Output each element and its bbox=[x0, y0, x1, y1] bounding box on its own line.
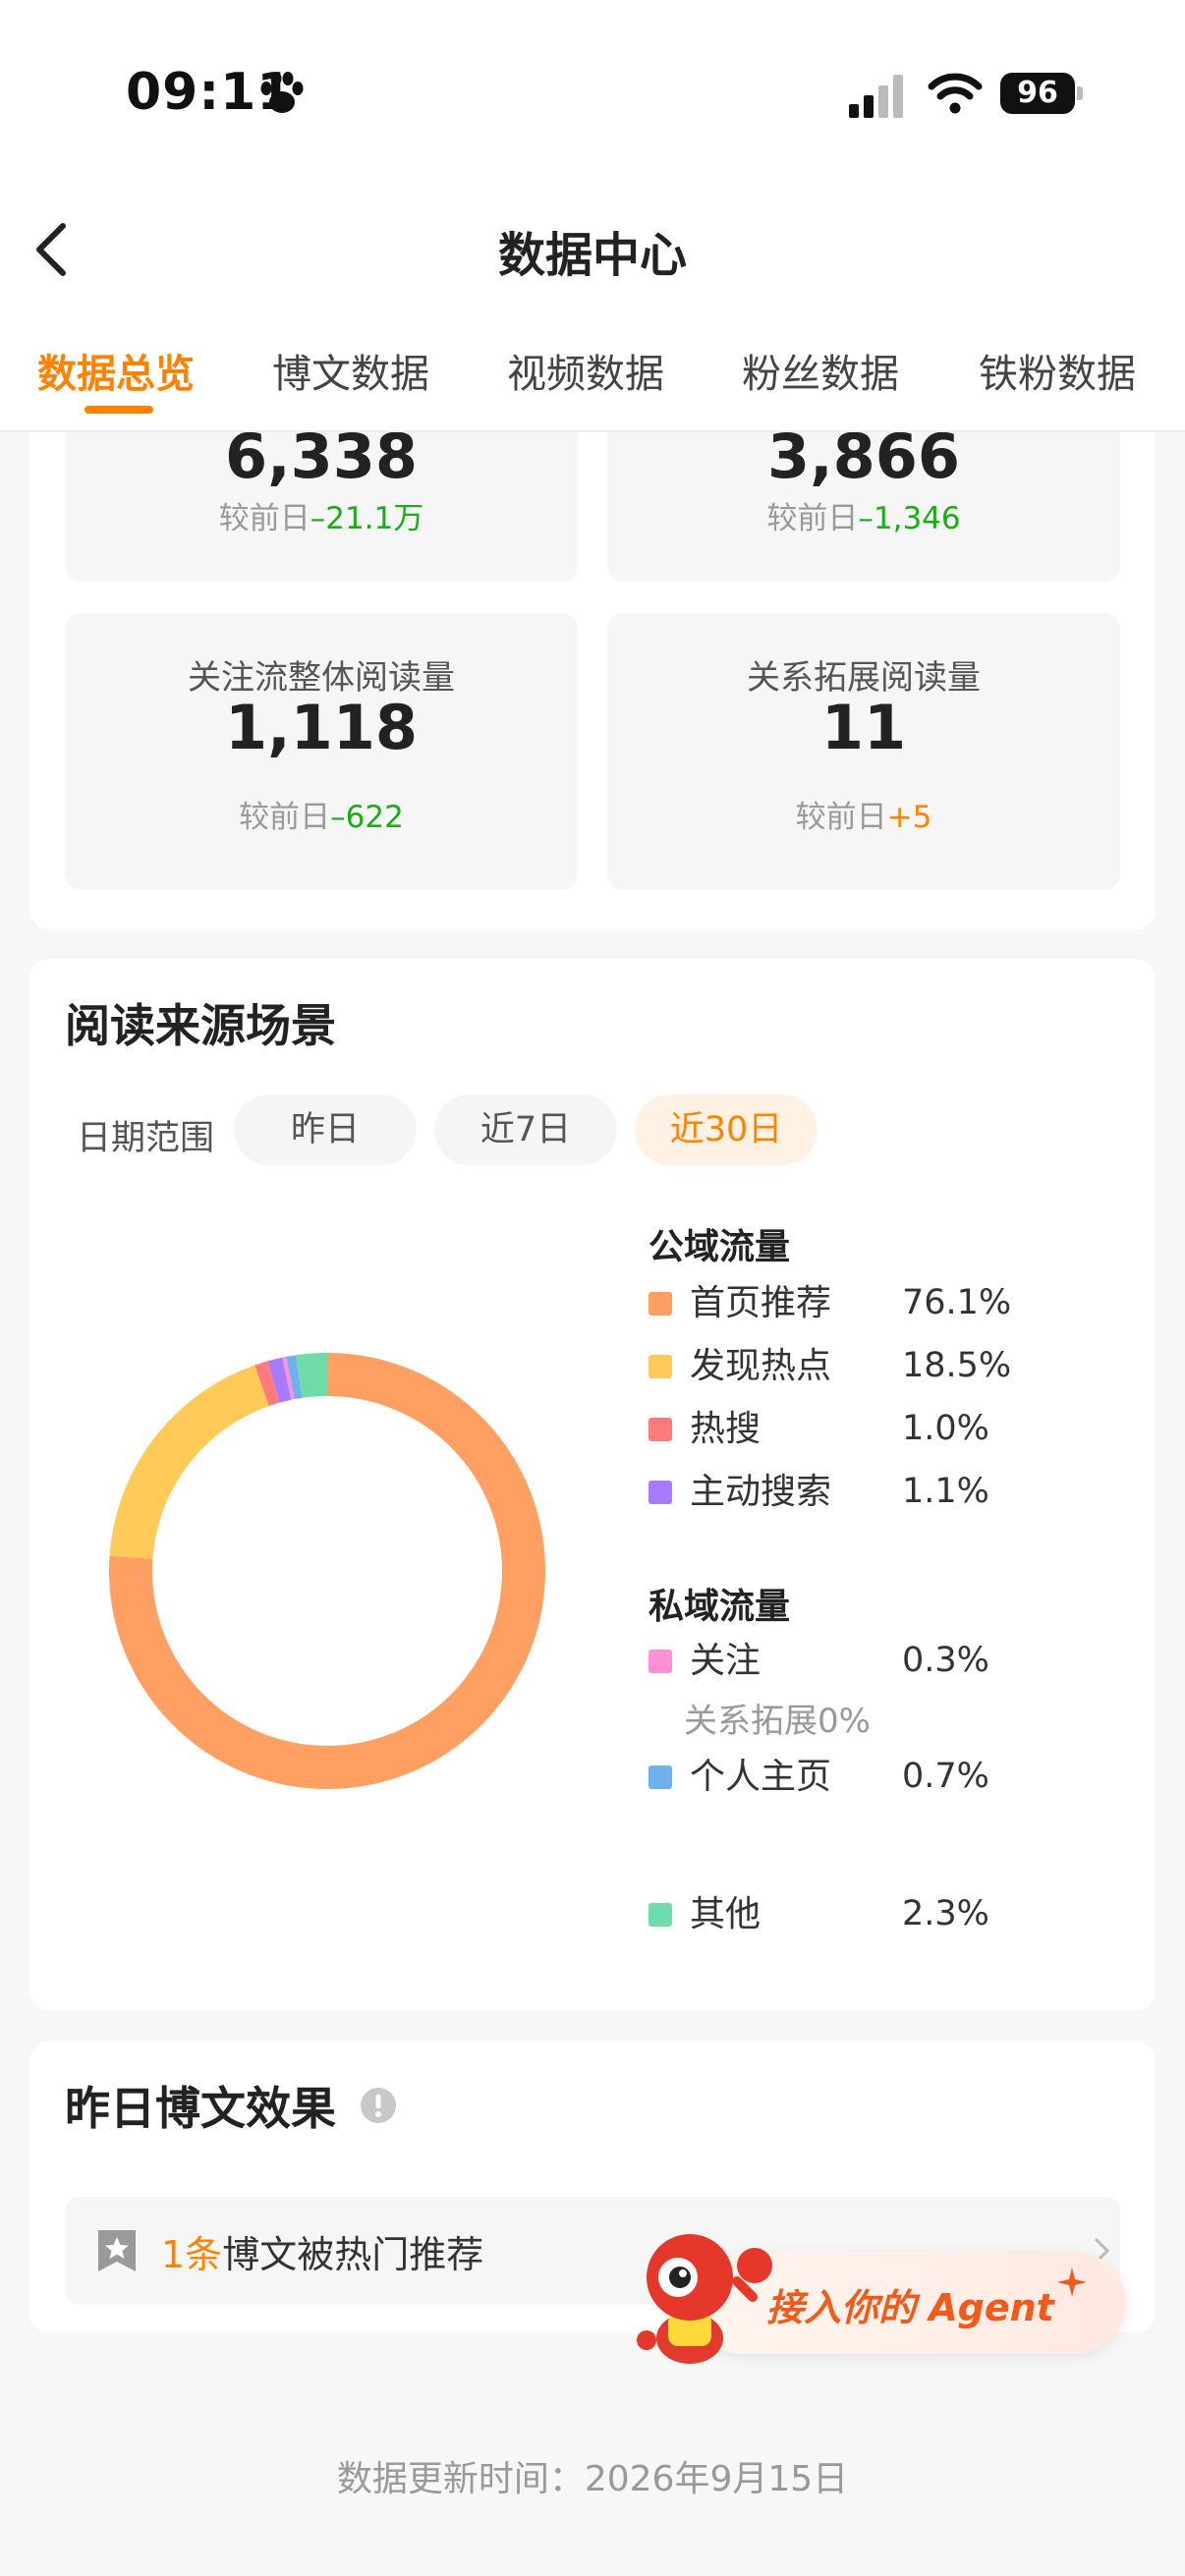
paw-icon bbox=[260, 72, 304, 113]
stat-delta-row: 较前日–622 bbox=[65, 792, 578, 836]
hot-count: 1条 bbox=[161, 2233, 223, 2276]
donut-slice-1 bbox=[109, 1365, 269, 1559]
tab-bar: 数据总览 博文数据 视频数据 粉丝数据 铁粉数据 bbox=[0, 305, 1185, 432]
reading-source-card: 阅读来源场景 日期范围 昨日 近7日 近30日 公域流量 私域流量 关系拓展0%… bbox=[29, 959, 1156, 2010]
legend-swatch bbox=[649, 1418, 672, 1441]
legend-swatch bbox=[649, 1355, 672, 1378]
legend-swatch bbox=[649, 1903, 672, 1927]
battery-indicator: 96 bbox=[1000, 73, 1083, 116]
stat-relation-read[interactable]: 关系拓展阅读量 11 较前日+5 bbox=[607, 613, 1120, 890]
stat-delta: –622 bbox=[330, 800, 404, 835]
stat-delta-prefix: 较前日 bbox=[218, 501, 310, 536]
stat-value: 11 bbox=[820, 692, 907, 763]
cellular-signal-icon bbox=[849, 75, 903, 118]
update-time: 数据更新时间：2026年9月15日 bbox=[336, 2459, 849, 2499]
hot-recommend-text: 1条博文被热门推荐 bbox=[161, 2224, 483, 2278]
legend-swatch bbox=[649, 1650, 672, 1673]
legend-percent: 1.1% bbox=[902, 1472, 989, 1511]
legend-percent: 18.5% bbox=[902, 1346, 1012, 1385]
wifi-icon bbox=[928, 73, 983, 114]
donut-chart bbox=[108, 1353, 546, 1789]
legend-percent: 0.3% bbox=[902, 1641, 989, 1680]
legend-percent: 2.3% bbox=[902, 1894, 989, 1933]
section-title: 昨日博文效果 bbox=[65, 2082, 336, 2135]
stat-delta-prefix: 较前日 bbox=[239, 800, 331, 835]
status-bar: 09:11 96 bbox=[0, 0, 1185, 187]
stat-top-left[interactable]: 6,338 较前日–21.1万 bbox=[65, 432, 578, 582]
legend-percent: 1.0% bbox=[902, 1409, 989, 1448]
legend-private-heading: 私域流量 bbox=[649, 1587, 791, 1627]
legend-swatch bbox=[649, 1765, 672, 1789]
stat-delta: +5 bbox=[886, 800, 932, 835]
legend-label: 个人主页 bbox=[690, 1757, 832, 1797]
legend-swatch bbox=[649, 1481, 672, 1504]
bookmark-star-icon bbox=[98, 2230, 136, 2271]
legend-swatch bbox=[649, 1292, 672, 1316]
overview-stats-card: 6,338 较前日–21.1万 3,866 较前日–1,346 关注流整体阅读量… bbox=[29, 432, 1156, 929]
stat-delta-row: 较前日–21.1万 bbox=[65, 493, 578, 537]
section-title: 阅读来源场景 bbox=[65, 999, 336, 1052]
legend-label: 发现热点 bbox=[690, 1346, 832, 1386]
active-tab-indicator bbox=[85, 406, 153, 414]
legend-label: 主动搜索 bbox=[690, 1472, 832, 1512]
date-range-label: 日期范围 bbox=[77, 1119, 215, 1158]
stat-value: 3,866 bbox=[766, 432, 961, 492]
legend-label: 关注 bbox=[690, 1641, 762, 1681]
chip-30-days[interactable]: 近30日 bbox=[635, 1094, 818, 1165]
stat-delta-prefix: 较前日 bbox=[795, 800, 887, 835]
stat-delta-row: 较前日+5 bbox=[607, 792, 1120, 836]
stat-follow-read[interactable]: 关注流整体阅读量 1,118 较前日–622 bbox=[65, 613, 578, 890]
legend-label: 热搜 bbox=[690, 1409, 762, 1449]
page-title: 数据中心 bbox=[497, 228, 687, 283]
hot-desc: 博文被热门推荐 bbox=[222, 2233, 484, 2276]
stat-delta-row: 较前日–1,346 bbox=[607, 493, 1120, 537]
tab-videos[interactable]: 视频数据 bbox=[507, 342, 664, 399]
tab-overview[interactable]: 数据总览 bbox=[37, 342, 195, 399]
stat-value: 1,118 bbox=[224, 692, 419, 763]
legend-percent: 0.7% bbox=[902, 1757, 989, 1796]
tab-fans[interactable]: 粉丝数据 bbox=[742, 342, 899, 399]
chip-yesterday[interactable]: 昨日 bbox=[234, 1094, 417, 1165]
legend-public-heading: 公域流量 bbox=[649, 1227, 791, 1267]
tab-iron-fans[interactable]: 铁粉数据 bbox=[979, 342, 1136, 399]
legend-label: 首页推荐 bbox=[690, 1283, 832, 1323]
chip-7-days[interactable]: 近7日 bbox=[434, 1094, 617, 1165]
stat-delta: –21.1万 bbox=[310, 501, 424, 536]
legend-label: 其他 bbox=[690, 1894, 762, 1934]
legend-relation-subtext: 关系拓展0% bbox=[684, 1702, 871, 1741]
info-icon[interactable] bbox=[360, 2087, 397, 2124]
stat-delta-prefix: 较前日 bbox=[766, 501, 859, 536]
agent-floating-button[interactable]: 接入你的 Agent bbox=[629, 2222, 1130, 2368]
stat-value: 6,338 bbox=[224, 432, 419, 492]
battery-level: 96 bbox=[1017, 76, 1058, 110]
sparkle-icon bbox=[1057, 2268, 1087, 2297]
tab-posts[interactable]: 博文数据 bbox=[272, 342, 429, 399]
agent-label: 接入你的 Agent bbox=[766, 2286, 1054, 2329]
legend-percent: 76.1% bbox=[902, 1283, 1012, 1322]
mascot-icon bbox=[637, 2234, 772, 2364]
stat-top-right[interactable]: 3,866 较前日–1,346 bbox=[607, 432, 1120, 582]
stat-delta: –1,346 bbox=[858, 501, 961, 536]
